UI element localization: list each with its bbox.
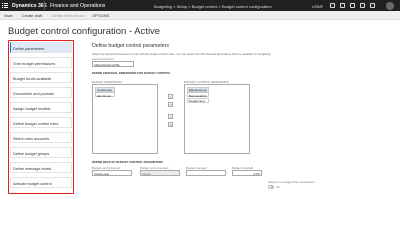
- threshold-field[interactable]: 0.00: [232, 170, 262, 176]
- main-content: Define budget control parameters Select …: [80, 40, 392, 210]
- list-item[interactable]: Department: [186, 97, 209, 103]
- cycle-field[interactable]: Fiscal: [140, 170, 180, 176]
- financial-dims-header: DEFINE FINANCIAL DIMENSIONS FOR BUDGET C…: [92, 71, 171, 75]
- section-title: Define budget control parameters: [92, 43, 169, 49]
- list-item[interactable]: BusinessUnit: [186, 92, 209, 98]
- help-icon[interactable]: [370, 3, 375, 8]
- interval-value: Fiscal year: [94, 172, 110, 176]
- app-launcher-icon[interactable]: [2, 2, 8, 9]
- default-params-header: DEFINE DEFAULT BUDGET CONTROL PARAMETERS: [92, 160, 164, 164]
- display-warning-label: Display a message when exceeding b...: [268, 180, 318, 184]
- company-selector[interactable]: USMF: [312, 4, 323, 9]
- toggle-value: No: [276, 185, 280, 189]
- page-title: Budget control configuration - Active: [8, 26, 161, 37]
- list-item[interactable]: CostCenter: [94, 86, 115, 92]
- interval-select[interactable]: Fiscal year: [92, 170, 132, 176]
- account-structure-value: Manufacturing P&L: [94, 63, 121, 67]
- move-all-left-button[interactable]: <<: [168, 122, 173, 127]
- highlight-box: [8, 40, 74, 194]
- account-structure-select[interactable]: Manufacturing P&L: [92, 61, 134, 67]
- display-warning-toggle[interactable]: [268, 185, 274, 189]
- app-name[interactable]: Dynamics 365: [12, 3, 47, 9]
- threshold-value: 0.00: [253, 172, 260, 176]
- gear-icon[interactable]: [350, 3, 355, 8]
- list-item[interactable]: MainAccount: [186, 86, 209, 92]
- options-button[interactable]: OPTIONS: [92, 14, 109, 18]
- cycle-value: Fiscal: [142, 172, 151, 176]
- module-name[interactable]: Finance and Operations: [50, 3, 105, 9]
- list-item[interactable]: ItemGroup: [94, 92, 115, 98]
- action-bar: Save Create draft Delete draft version O…: [0, 11, 400, 20]
- avatar[interactable]: [386, 1, 394, 10]
- left-nav: Define parameters Over budget permission…: [8, 40, 74, 194]
- save-button[interactable]: Save: [4, 14, 13, 18]
- move-left-button[interactable]: <: [168, 114, 173, 119]
- divider: [44, 1, 45, 10]
- breadcrumb[interactable]: Budgeting > Setup > Budget control > Bud…: [154, 4, 272, 9]
- smile-icon[interactable]: [360, 3, 365, 8]
- bell-icon[interactable]: [340, 3, 345, 8]
- move-right-button[interactable]: >: [168, 94, 173, 99]
- create-draft-button[interactable]: Create draft: [22, 14, 42, 18]
- search-icon[interactable]: [330, 3, 335, 8]
- delete-draft-button[interactable]: Delete draft version: [52, 14, 85, 18]
- section-description: Select the financial dimensions to use w…: [92, 52, 272, 56]
- top-bar: Dynamics 365 Finance and Operations Budg…: [0, 0, 400, 11]
- manager-field[interactable]: [186, 170, 226, 176]
- move-all-right-button[interactable]: >>: [168, 102, 173, 107]
- control-dims-list[interactable]: MainAccount BusinessUnit Department: [184, 84, 250, 154]
- budget-dims-list[interactable]: CostCenter ItemGroup: [92, 84, 158, 154]
